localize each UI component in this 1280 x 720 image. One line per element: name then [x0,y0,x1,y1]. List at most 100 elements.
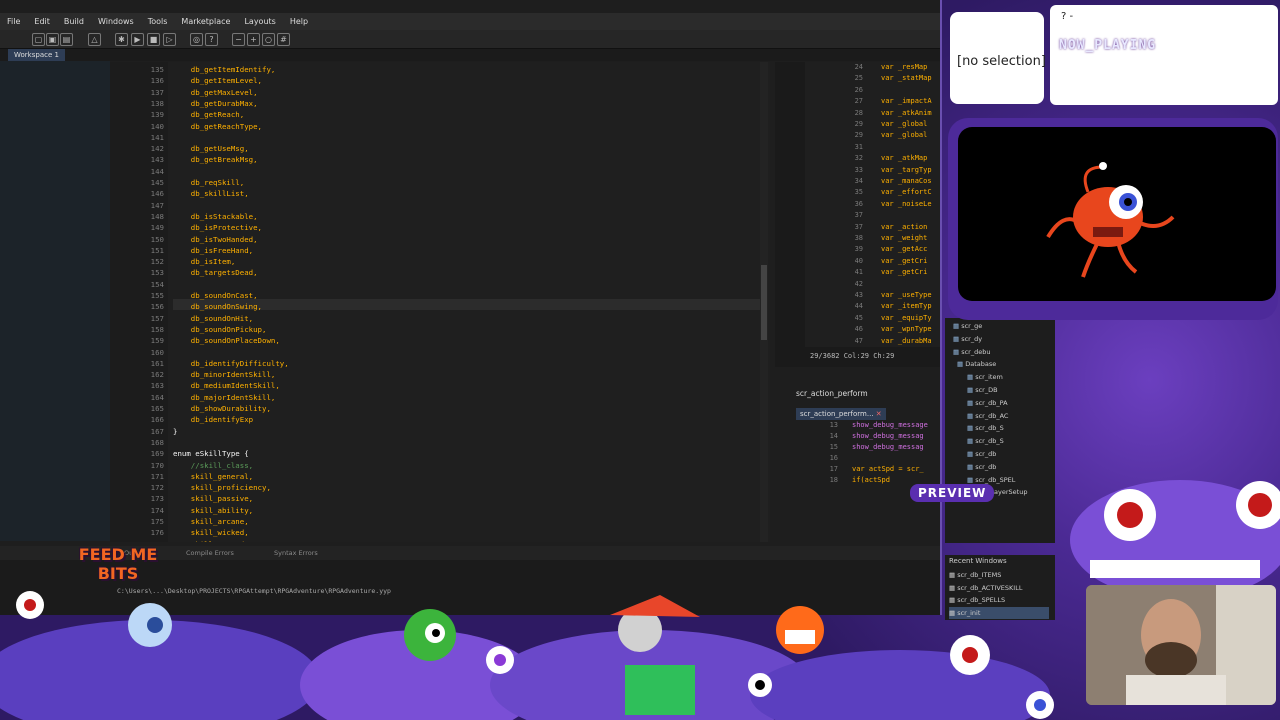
debug-icon[interactable]: ✱ [115,33,128,46]
line-number: 154 [150,279,164,289]
code-line: 161 db_identifyDifficulty, [110,358,760,369]
tab-syntax-errors[interactable]: Syntax Errors [270,548,322,558]
tree-item[interactable]: ▦ scr_db_AC [967,410,1008,422]
code-text: enum eSkillType { [173,449,249,459]
grid-icon[interactable]: # [277,33,290,46]
script-icon: ▦ [967,437,976,446]
code-text: db_isItem, [173,257,236,267]
zoom-in-icon[interactable]: + [247,33,260,46]
line-number: 18 [829,476,838,484]
save-icon[interactable]: ▤ [60,33,73,46]
code-text: db_getBreakMsg, [173,155,258,165]
tree-item[interactable]: ▦ scr_db_PA [967,397,1008,409]
menu-edit[interactable]: Edit [27,13,57,28]
stop-icon[interactable]: ■ [147,33,160,46]
recent-window-item[interactable]: ▦ scr_db_ITEMS [949,569,1001,581]
help-icon[interactable]: ? [205,33,218,46]
code-line: 162 db_minorIdentSkill, [110,369,760,380]
line-number: 46 [854,325,863,334]
tree-item-label: scr_db [975,450,997,458]
code-text: skill_general, [173,471,254,481]
open-file-icon[interactable]: ▣ [46,33,59,46]
tree-item[interactable]: ▦ scr_db [967,448,996,460]
code-text: db_targetsDead, [173,268,258,278]
code-line: 135 db_getItemIdentify, [110,64,760,75]
recent-windows-title: Recent Windows [949,557,1007,565]
script-icon: ▦ [967,398,976,407]
code-text: db_skillList, [173,189,249,199]
tree-item-label: scr_db_PA [975,398,1008,407]
menu-windows[interactable]: Windows [91,13,141,28]
menu-build[interactable]: Build [57,13,91,28]
action-code-lines[interactable]: 13 show_debug_message 14 show_debug_messag 1… [790,418,940,538]
menu-file[interactable]: File [0,13,27,28]
right-code-line: 25 var _statMap [805,73,940,84]
right-code-lines[interactable]: 24 var _resMap 25 var _statMap 26 27 var _impa… [805,62,940,347]
line-number: 135 [150,65,164,74]
zoom-reset-icon[interactable]: ○ [262,33,275,46]
code-text: skill_passive, [173,494,254,504]
line-number: 166 [150,415,164,425]
tree-item[interactable]: ▦ scr_db [967,461,996,473]
line-number: 147 [150,200,164,210]
tree-item[interactable]: ▦ scr_dy [953,333,982,345]
line-number: 156 [150,302,164,312]
feed-me-bits-logo: FEED ME BITS [72,545,164,583]
menu-bar: File Edit Build Windows Tools Marketplace Layo… [0,13,940,30]
step-icon[interactable]: ▷ [163,33,176,46]
action-code-line: 15 show_debug_messag [790,442,940,453]
tree-item[interactable]: ▦ Database [957,358,996,370]
close-icon[interactable]: ✕ [876,410,882,418]
code-line: 148 db_isStackable, [110,211,760,222]
right-code-line: 39 var _getAcc [805,244,940,255]
code-line: 150 db_isTwoHanded, [110,234,760,245]
line-number: 45 [854,313,863,322]
preview-label: PREVIEW [910,484,995,502]
editor-scrollbar-thumb[interactable] [761,265,767,340]
code-line: 174 skill_ability, [110,505,760,516]
line-number: 33 [854,165,863,174]
line-number: 35 [854,188,863,197]
right-code-line: 29 var _global [805,130,940,141]
tree-item[interactable]: ▦ scr_DB [967,384,998,396]
target-icon[interactable]: ◎ [190,33,203,46]
tree-item[interactable]: ▦ scr_db_S [967,422,1004,434]
tree-item[interactable]: ▦ scr_debu [953,346,990,358]
line-number: 41 [854,268,863,277]
menu-help[interactable]: Help [283,13,315,28]
new-file-icon[interactable]: ▢ [32,33,45,46]
menu-marketplace[interactable]: Marketplace [174,13,237,28]
zoom-out-icon[interactable]: − [232,33,245,46]
right-code-line: 28 var _atkAnim [805,108,940,119]
tab-workspace-1[interactable]: Workspace 1 [8,49,65,61]
code-line: 137 db_getMaxLevel, [110,87,760,98]
script-icon: ▦ [967,462,976,471]
code-line: 175 skill_arcane, [110,516,760,527]
code-text: skill_sacred, [173,539,249,542]
package-icon[interactable]: △ [88,33,101,46]
action-perform-window: scr_action_perform scr_action_perform...… [790,388,940,540]
menu-layouts[interactable]: Layouts [237,13,282,28]
script-icon: ▦ [953,347,962,356]
tree-item[interactable]: ▦ scr_item [967,371,1003,383]
line-number: 43 [854,291,863,299]
tree-item[interactable]: ▦ scr_ge [953,320,982,332]
play-icon[interactable]: ▶ [131,33,144,46]
menu-tools[interactable]: Tools [141,13,175,28]
tree-item[interactable]: ▦ scr_db_S [967,435,1004,447]
code-text: var _statMap [881,74,932,83]
line-number: 176 [150,528,164,538]
selection-text: [no selection] [957,54,1046,69]
webcam-feed [1086,585,1276,705]
line-number: 165 [150,404,164,413]
line-number: 26 [854,85,863,94]
code-editor[interactable]: 135 db_getItemIdentify, 136 db_getItemLev… [110,62,770,542]
right-code-line: 37 var _action [805,222,940,233]
line-number: 31 [854,142,863,151]
code-text: var _atkMap [881,154,928,163]
tab-compile-errors[interactable]: Compile Errors [182,548,238,558]
code-line: 151 db_isFreeHand, [110,245,760,256]
script-icon: ▦ [957,360,966,369]
code-text: show_debug_message [852,421,928,429]
line-number: 140 [150,121,164,131]
